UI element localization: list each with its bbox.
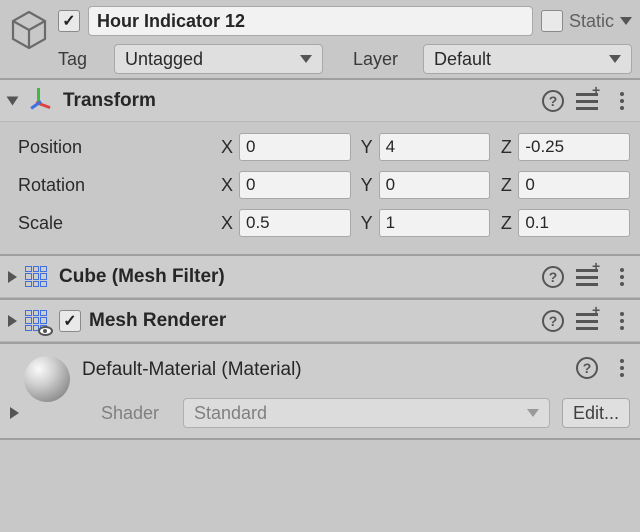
mesh-renderer-header[interactable]: Mesh Renderer ? + [0, 298, 640, 342]
axis-z-label: Z [498, 137, 514, 158]
mesh-filter-header[interactable]: Cube (Mesh Filter) ? + [0, 254, 640, 298]
inspector-panel: Hour Indicator 12 Static Tag Untagged La… [0, 0, 640, 442]
layer-dropdown[interactable]: Default [423, 44, 632, 74]
material-title: Default-Material (Material) [82, 355, 564, 381]
rotation-z-field[interactable]: 0 [518, 171, 630, 199]
rotation-label: Rotation [18, 175, 213, 196]
mesh-filter-title: Cube (Mesh Filter) [59, 266, 534, 288]
chevron-down-icon [300, 55, 312, 63]
help-icon[interactable]: ? [542, 310, 564, 332]
foldout-icon[interactable] [10, 407, 19, 419]
shader-value: Standard [194, 403, 267, 424]
material-preview-icon[interactable] [24, 356, 70, 402]
transform-body: Position X0 Y4 Z-0.25 Rotation X0 Y0 Z0 … [0, 122, 640, 254]
context-menu-icon[interactable] [614, 359, 630, 377]
chevron-down-icon [609, 55, 621, 63]
position-label: Position [18, 137, 213, 158]
shader-label: Shader [31, 403, 171, 424]
mesh-renderer-enabled-checkbox[interactable] [59, 310, 81, 332]
layer-value: Default [434, 49, 491, 70]
help-icon[interactable]: ? [542, 266, 564, 288]
tag-dropdown[interactable]: Untagged [114, 44, 323, 74]
presets-icon[interactable]: + [576, 311, 598, 330]
mesh-renderer-title: Mesh Renderer [89, 310, 534, 332]
rotation-y-field[interactable]: 0 [379, 171, 491, 199]
presets-icon[interactable]: + [576, 91, 598, 110]
help-icon[interactable]: ? [576, 357, 598, 379]
tag-label: Tag [58, 49, 106, 70]
foldout-icon [7, 96, 19, 105]
axis-x-label: X [219, 137, 235, 158]
scale-label: Scale [18, 213, 213, 234]
tag-value: Untagged [125, 49, 203, 70]
gameobject-icon [8, 8, 50, 52]
static-label: Static [569, 11, 614, 32]
gameobject-header: Hour Indicator 12 Static Tag Untagged La… [0, 0, 640, 78]
scale-z-field[interactable]: 0.1 [518, 209, 630, 237]
foldout-icon [8, 271, 17, 283]
mesh-filter-icon [25, 266, 47, 288]
static-dropdown-icon[interactable] [620, 17, 632, 25]
edit-button[interactable]: Edit... [562, 398, 630, 428]
mesh-renderer-icon [25, 310, 47, 332]
scale-y-field[interactable]: 1 [379, 209, 491, 237]
context-menu-icon[interactable] [614, 92, 630, 110]
transform-icon [25, 88, 51, 114]
material-section: Default-Material (Material) ? Shader Sta… [0, 342, 640, 438]
transform-title: Transform [63, 90, 534, 112]
rotation-x-field[interactable]: 0 [239, 171, 351, 199]
position-z-field[interactable]: -0.25 [518, 133, 630, 161]
presets-icon[interactable]: + [576, 267, 598, 286]
transform-header[interactable]: Transform ? + [0, 78, 640, 122]
help-icon[interactable]: ? [542, 90, 564, 112]
active-checkbox[interactable] [58, 10, 80, 32]
position-x-field[interactable]: 0 [239, 133, 351, 161]
context-menu-icon[interactable] [614, 312, 630, 330]
foldout-icon [8, 315, 17, 327]
static-checkbox[interactable] [541, 10, 563, 32]
layer-label: Layer [353, 49, 415, 70]
shader-dropdown[interactable]: Standard [183, 398, 550, 428]
context-menu-icon[interactable] [614, 268, 630, 286]
chevron-down-icon [527, 409, 539, 417]
position-y-field[interactable]: 4 [379, 133, 491, 161]
name-field[interactable]: Hour Indicator 12 [88, 6, 533, 36]
axis-y-label: Y [359, 137, 375, 158]
scale-x-field[interactable]: 0.5 [239, 209, 351, 237]
